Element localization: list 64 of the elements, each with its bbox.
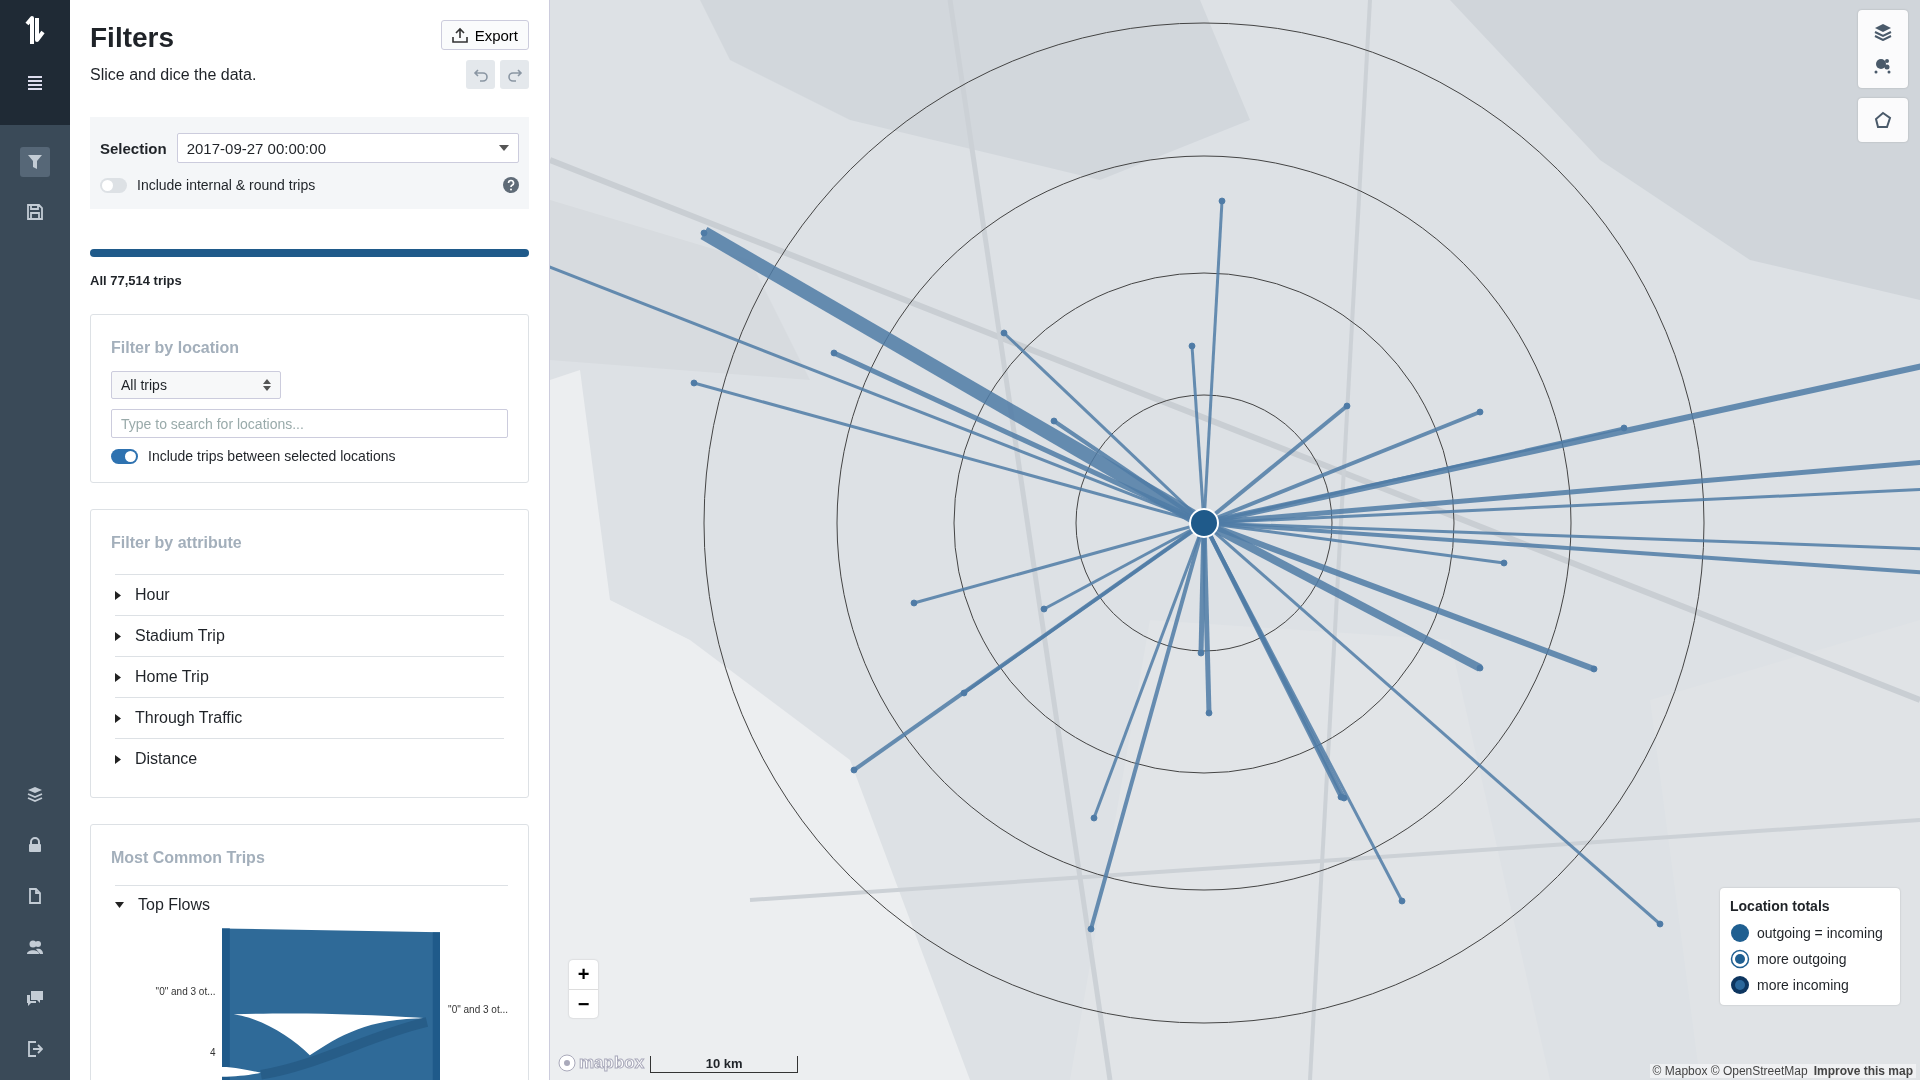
location-search-field[interactable]: Type to search for locations... xyxy=(111,409,508,438)
node-label: 4 xyxy=(209,1047,216,1058)
logout-icon xyxy=(27,1041,43,1057)
upload-icon xyxy=(451,27,468,43)
section-header[interactable]: Top Flows xyxy=(115,896,508,914)
logo-text: mapbox xyxy=(579,1053,645,1073)
legend-dot-icon xyxy=(1730,923,1750,943)
toggle-switch[interactable] xyxy=(100,177,127,193)
panel-title: Filters xyxy=(90,21,176,55)
layers-icon xyxy=(27,786,43,802)
mapbox-logo-icon xyxy=(558,1054,576,1072)
layers-icon xyxy=(1874,23,1892,41)
chat-icon xyxy=(27,990,43,1006)
toggle-label: Include internal & round trips xyxy=(137,177,316,193)
attribute-label: Home Trip xyxy=(135,668,209,686)
node-label: "0" and 3 ot... xyxy=(155,986,216,997)
polygon-icon xyxy=(1874,111,1892,129)
file-icon xyxy=(27,888,43,904)
card-title: Most Common Trips xyxy=(111,849,266,867)
legend-dot-icon xyxy=(1730,949,1750,969)
attribute-label: Through Traffic xyxy=(135,709,243,727)
attribute-label: Stadium Trip xyxy=(135,627,225,645)
sort-caret-icon xyxy=(263,379,271,391)
trip-count: All 77,514 trips xyxy=(90,273,183,288)
attribute-row[interactable]: Through Traffic xyxy=(115,698,504,739)
help-icon xyxy=(503,177,519,193)
undo-icon xyxy=(472,67,489,82)
users-icon xyxy=(27,939,43,955)
node-label: "0" and 3 ot... xyxy=(447,1003,508,1017)
legend-dot-icon xyxy=(1730,975,1750,995)
filter-button[interactable] xyxy=(20,147,50,177)
menu-icon xyxy=(27,75,43,91)
section-label: Top Flows xyxy=(138,896,211,914)
legend-label: more incoming xyxy=(1757,977,1849,993)
panel-subtitle: Slice and dice the data. xyxy=(90,66,257,84)
attribute-row[interactable]: Home Trip xyxy=(115,657,504,698)
zoom-out-button[interactable]: − xyxy=(569,989,598,1018)
filter-icon xyxy=(27,154,43,170)
attribute-row[interactable]: Hour xyxy=(115,575,504,616)
attribute-label: Hour xyxy=(135,586,170,604)
attribution-text: © Mapbox © OpenStreetMap xyxy=(1652,1064,1808,1078)
toggle-label: Include trips between selected locations xyxy=(148,448,396,464)
save-icon xyxy=(27,204,43,220)
legend-title: Location totals xyxy=(1730,898,1831,914)
lock-icon xyxy=(27,837,43,853)
scale-bar: 10 km xyxy=(650,1056,799,1073)
legend-label: outgoing = incoming xyxy=(1757,925,1883,941)
logo-icon xyxy=(25,16,45,46)
export-button[interactable]: Export xyxy=(440,20,529,50)
selection-dropdown[interactable]: 2017-09-27 00:00:00 xyxy=(176,133,519,163)
redo-icon xyxy=(506,67,523,82)
cluster-icon xyxy=(1874,57,1892,75)
attribute-label: Distance xyxy=(135,750,198,768)
attribute-row[interactable]: Stadium Trip xyxy=(115,616,504,657)
attribute-row[interactable]: Distance xyxy=(115,739,504,779)
trips-select[interactable]: All trips xyxy=(111,371,281,399)
zoom-in-button[interactable]: + xyxy=(569,960,598,989)
improve-map-link[interactable]: Improve this map xyxy=(1813,1064,1913,1078)
toggle-switch[interactable] xyxy=(111,448,138,464)
caret-icon xyxy=(499,145,509,151)
card-title: Filter by attribute xyxy=(111,534,243,552)
card-title: Filter by location xyxy=(111,339,240,357)
legend-label: more outgoing xyxy=(1757,951,1847,967)
selection-label: Selection xyxy=(100,139,167,157)
